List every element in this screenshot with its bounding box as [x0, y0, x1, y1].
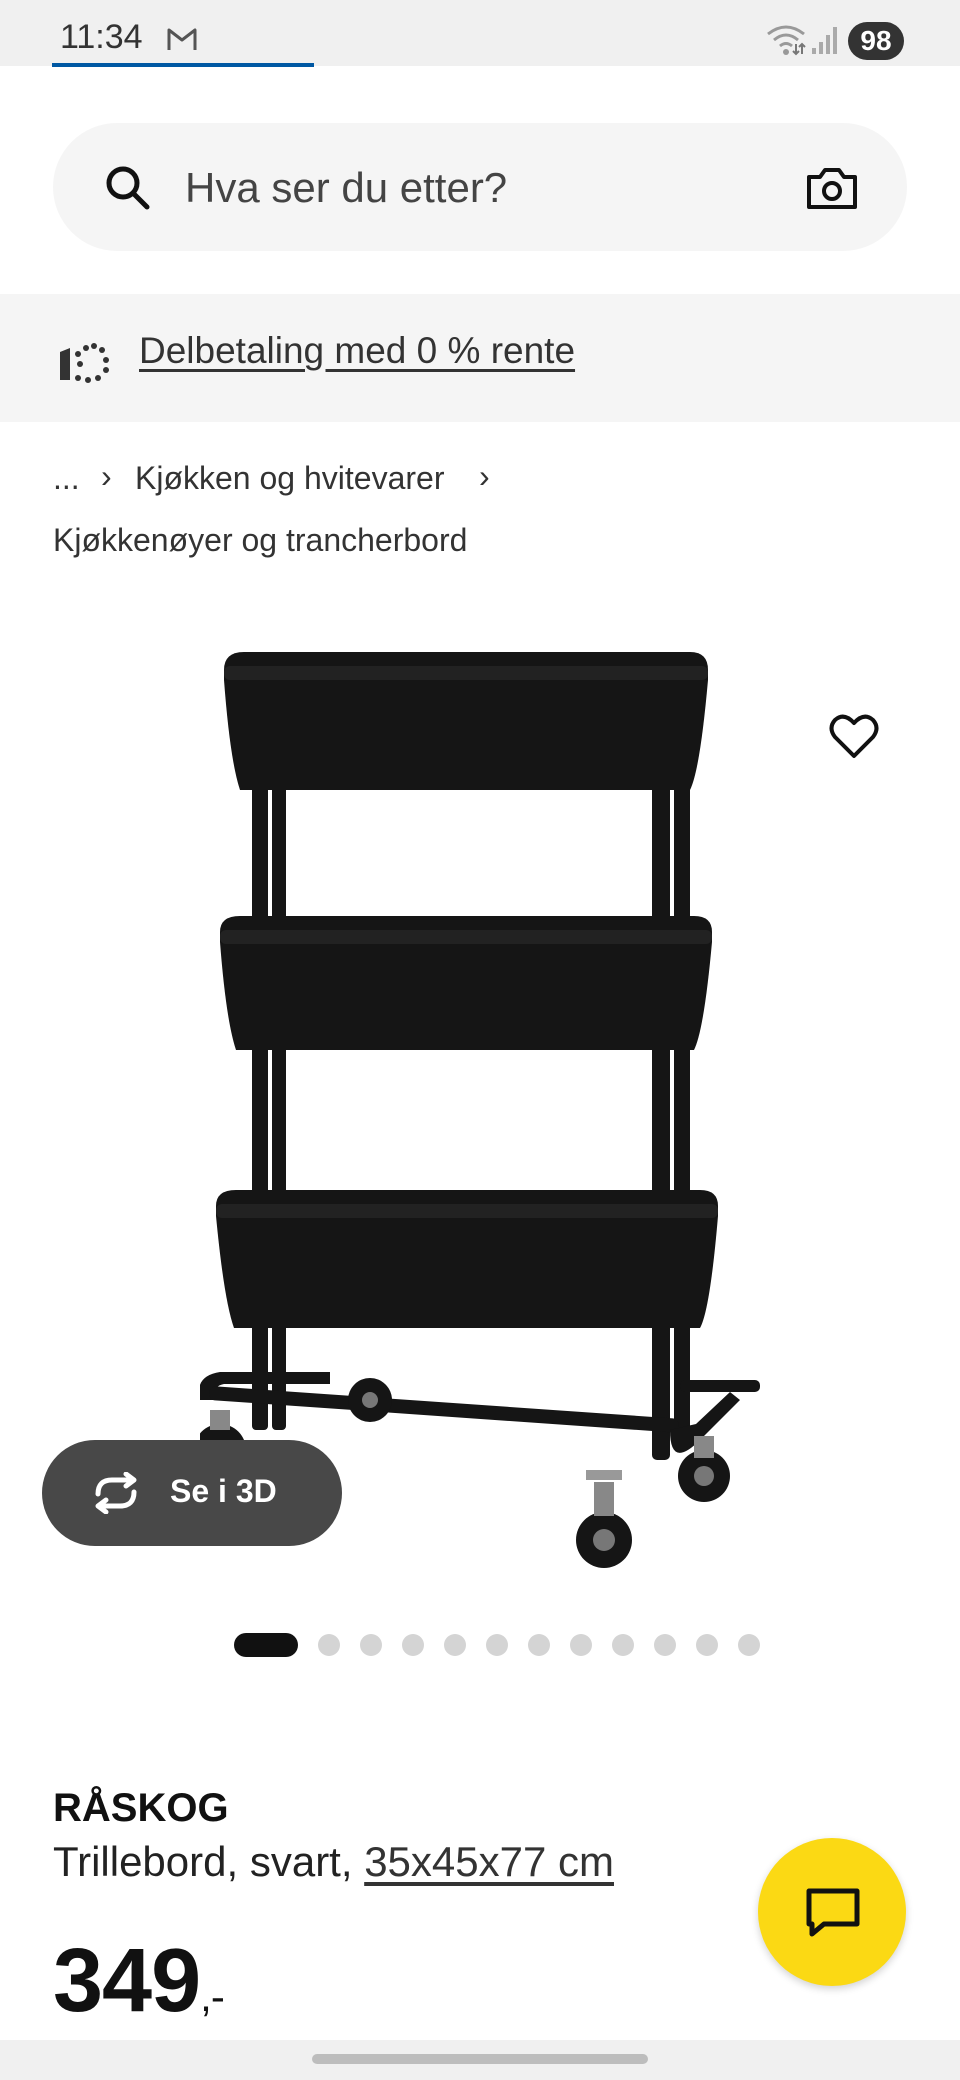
status-bar: 11:34 98	[0, 0, 960, 67]
camera-icon[interactable]	[805, 165, 859, 211]
search-input[interactable]	[183, 153, 787, 223]
carousel-dot[interactable]	[402, 1634, 424, 1656]
carousel-dot[interactable]	[528, 1634, 550, 1656]
product-type: Trillebord, svart,	[53, 1838, 365, 1885]
breadcrumb-item-kitchen[interactable]: Kjøkken og hvitevarer	[135, 460, 444, 497]
gmail-icon	[167, 28, 197, 50]
signal-icon	[812, 27, 837, 54]
price-value: 349	[53, 1931, 201, 2031]
view-3d-label: Se i 3D	[170, 1473, 277, 1509]
chat-icon	[806, 1888, 860, 1937]
installment-icon	[60, 343, 109, 383]
status-time: 11:34	[60, 18, 143, 56]
heart-icon[interactable]	[826, 708, 882, 764]
carousel-dot[interactable]	[612, 1634, 634, 1656]
carousel-dot[interactable]	[654, 1634, 676, 1656]
carousel-dot[interactable]	[486, 1634, 508, 1656]
product-price: 349,-	[53, 1930, 225, 2033]
breadcrumb-ellipsis[interactable]: ...	[53, 460, 80, 497]
search-bar[interactable]	[53, 123, 907, 251]
product-description: Trillebord, svart, 35x45x77 cm	[53, 1838, 614, 1886]
carousel-dot[interactable]	[696, 1634, 718, 1656]
status-progress-underline	[52, 63, 314, 67]
product-image[interactable]	[200, 640, 780, 1580]
chat-button[interactable]	[758, 1838, 906, 1986]
carousel-dot[interactable]	[318, 1634, 340, 1656]
home-indicator[interactable]	[312, 2054, 648, 2064]
carousel-dot[interactable]	[570, 1634, 592, 1656]
carousel-dot[interactable]	[360, 1634, 382, 1656]
rotate-3d-icon	[95, 1472, 137, 1514]
carousel-dot[interactable]	[738, 1634, 760, 1656]
installment-link[interactable]: Delbetaling med 0 % rente	[139, 330, 575, 372]
view-3d-button[interactable]: Se i 3D	[42, 1440, 342, 1546]
product-name: RÅSKOG	[53, 1786, 229, 1830]
product-dimensions-link[interactable]: 35x45x77 cm	[364, 1838, 614, 1885]
breadcrumb-item-current[interactable]: Kjøkkenøyer og trancherbord	[53, 522, 467, 559]
search-icon	[106, 166, 150, 210]
carousel-dot[interactable]	[444, 1634, 466, 1656]
carousel-dot-active[interactable]	[234, 1633, 298, 1657]
chevron-right-icon: ›	[479, 458, 490, 494]
promo-banner: Delbetaling med 0 % rente	[0, 294, 960, 422]
chevron-right-icon: ›	[101, 458, 112, 494]
battery-badge: 98	[848, 22, 904, 60]
price-suffix: ,-	[200, 1973, 225, 2020]
wifi-icon	[767, 25, 806, 56]
